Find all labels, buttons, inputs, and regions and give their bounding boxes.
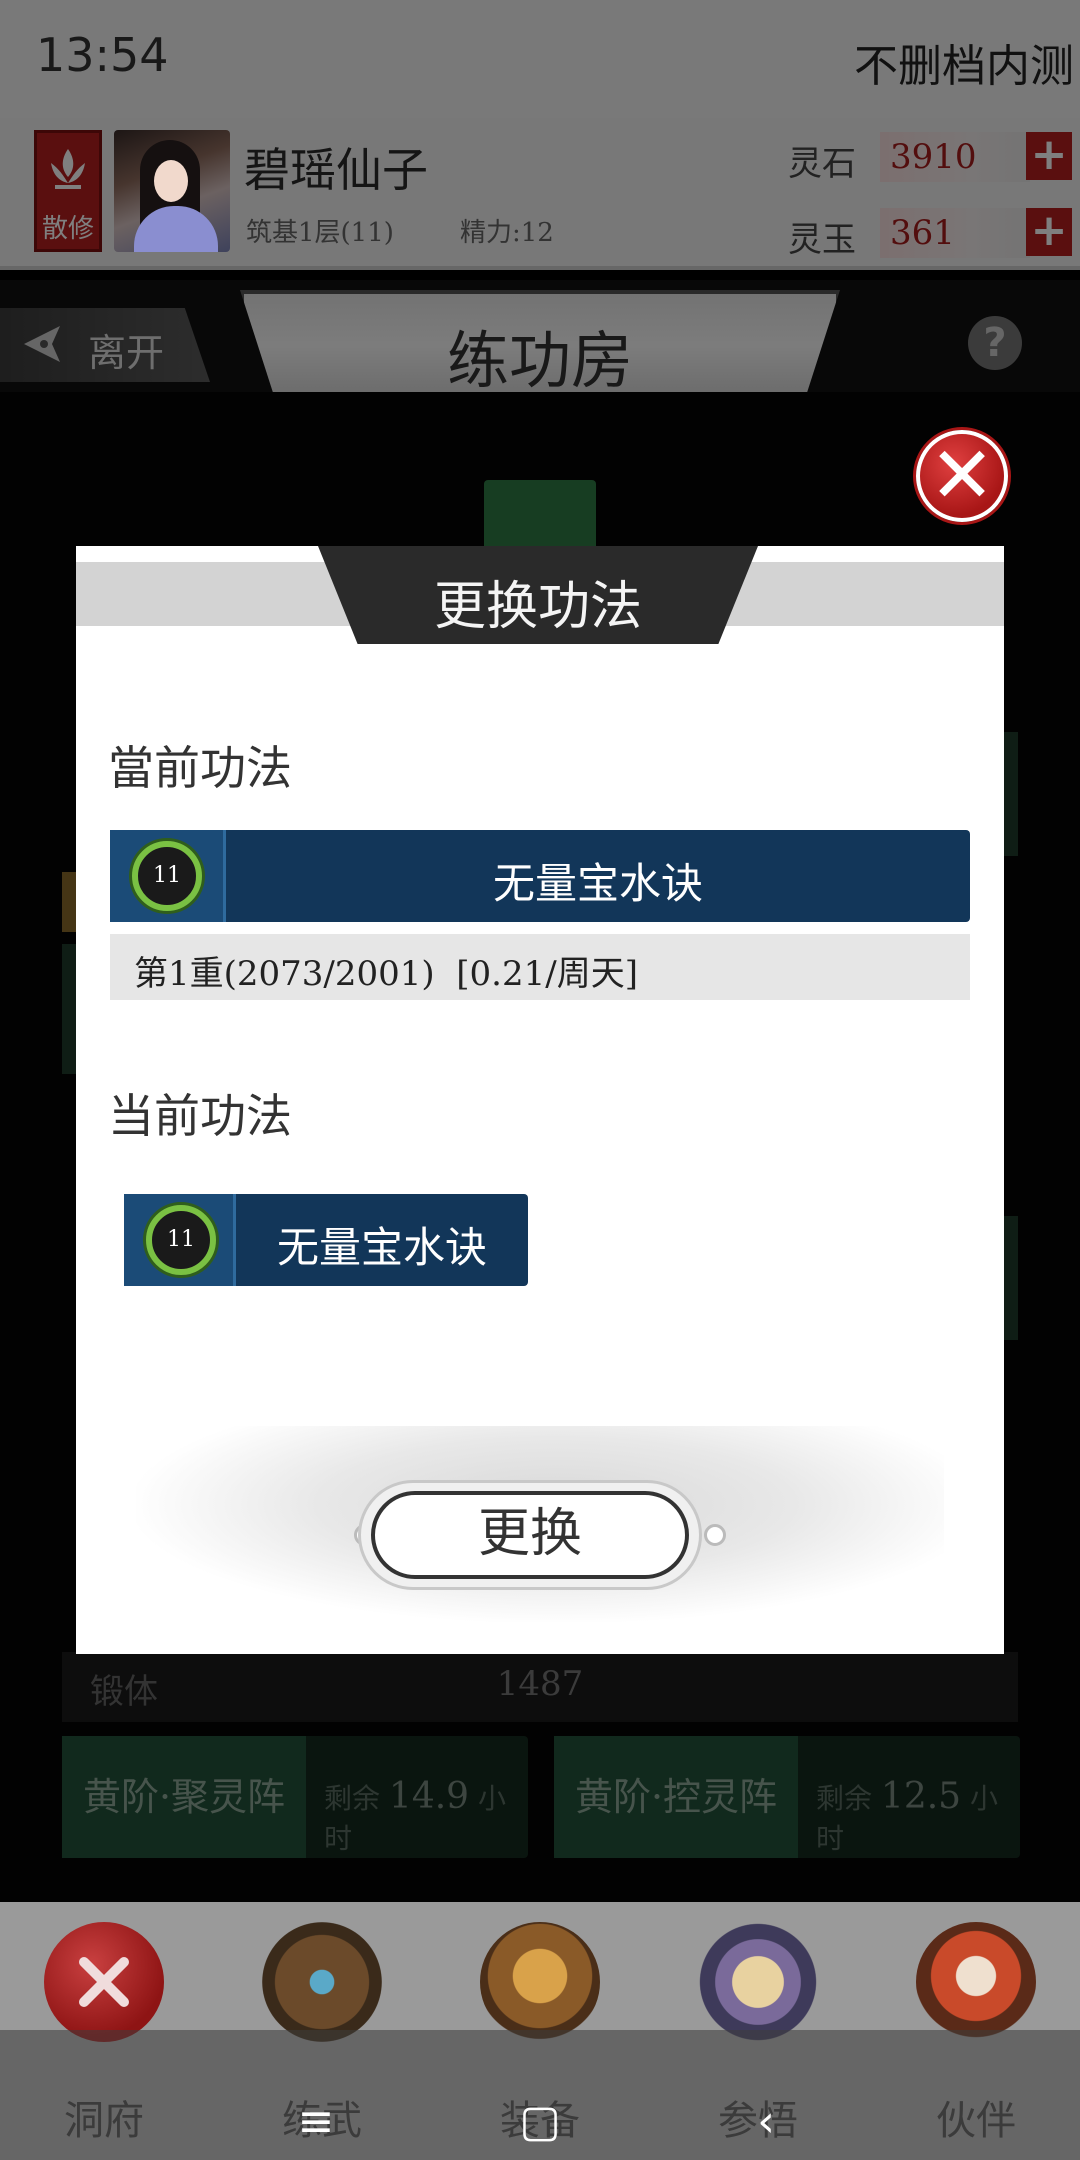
current-technique-heading: 當前功法 <box>108 741 292 795</box>
technique-name: 无量宝水诀 <box>492 859 703 908</box>
current-technique-bar[interactable]: 11 无量宝水诀 <box>110 830 970 922</box>
level-badge: 11 <box>132 841 202 911</box>
level-badge: 11 <box>146 1205 216 1275</box>
progress-text: 第1重(2073/2001) [0.21/周天] <box>134 954 638 994</box>
companion-icon <box>916 1922 1036 2042</box>
swap-button[interactable]: 更换 <box>371 1491 689 1579</box>
swap-button-frame: 更换 <box>358 1480 702 1590</box>
technique-option[interactable]: 11 无量宝水诀 <box>124 1194 528 1286</box>
helmet-icon <box>480 1922 600 2042</box>
close-icon: ✕ <box>929 431 995 521</box>
ring-icon <box>262 1922 382 2042</box>
change-technique-dialog: 更换功法 當前功法 11 无量宝水诀 第1重(2073/2001) [0.21/… <box>76 546 1004 1654</box>
close-button[interactable]: ✕ <box>916 430 1008 522</box>
level-badge-frame: 11 <box>110 830 226 922</box>
system-nav-bar: ≡ ▢ ‹ <box>0 2030 1080 2160</box>
button-knob-right <box>704 1524 726 1546</box>
cave-icon <box>44 1922 164 2042</box>
dialog-title: 更换功法 <box>433 577 642 637</box>
scroll-icon <box>698 1922 818 2042</box>
home-icon[interactable]: ▢ <box>510 2092 570 2152</box>
back-icon[interactable]: ‹ <box>736 2092 796 2152</box>
level-badge-frame: 11 <box>124 1194 236 1286</box>
technique-progress: 第1重(2073/2001) [0.21/周天] <box>110 934 970 1000</box>
technique-list-heading: 当前功法 <box>108 1089 292 1143</box>
technique-name: 无量宝水诀 <box>276 1223 487 1272</box>
menu-icon[interactable]: ≡ <box>286 2092 346 2152</box>
